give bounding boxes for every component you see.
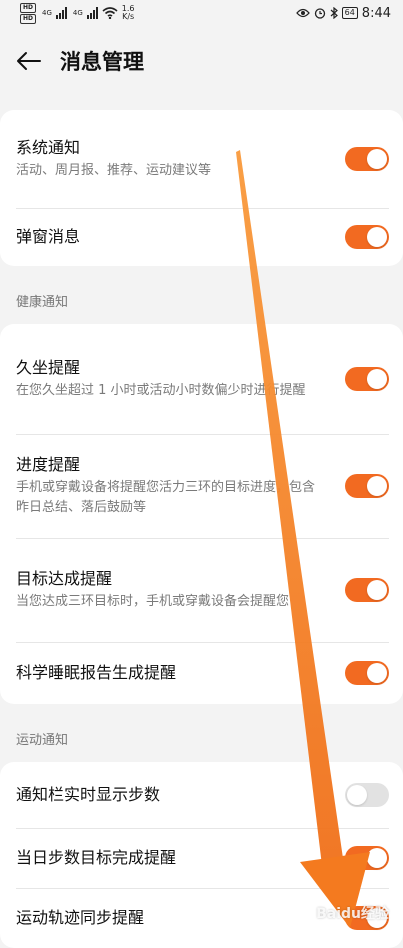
toggle-popup-message[interactable] (345, 225, 389, 249)
status-bar: HD HD 4G 4G 1.6 K/s 64 8:44 (0, 0, 403, 26)
toggle-realtime-steps[interactable] (345, 783, 389, 807)
alarm-icon (314, 8, 325, 19)
hd-badge-1: HD (20, 2, 36, 13)
status-time: 8:44 (361, 5, 391, 21)
row-goal-reached-reminder[interactable]: 目标达成提醒 当您达成三环目标时，手机或穿戴设备会提醒您 (0, 538, 403, 642)
toggle-daily-steps-goal[interactable] (345, 846, 389, 870)
row-text: 久坐提醒 在您久坐超过 1 小时或活动小时数偏少时进行提醒 (16, 357, 345, 401)
toggle-progress-reminder[interactable] (345, 474, 389, 498)
row-sleep-report-reminder[interactable]: 科学睡眠报告生成提醒 (0, 642, 403, 704)
speed-unit: K/s (122, 12, 135, 21)
back-button[interactable] (16, 48, 42, 74)
row-daily-steps-goal[interactable]: 当日步数目标完成提醒 (0, 828, 403, 888)
network-label-1: 4G (42, 9, 52, 17)
bluetooth-icon (330, 7, 338, 19)
section-label-exercise: 运动通知 (16, 733, 69, 748)
row-title: 弹窗消息 (16, 227, 81, 246)
toggle-system-notification[interactable] (345, 147, 389, 171)
row-subtitle: 在您久坐超过 1 小时或活动小时数偏少时进行提醒 (16, 383, 306, 398)
row-realtime-steps[interactable]: 通知栏实时显示步数 (0, 762, 403, 828)
card-health: 久坐提醒 在您久坐超过 1 小时或活动小时数偏少时进行提醒 进度提醒 手机或穿戴… (0, 324, 403, 704)
row-title: 进度提醒 (16, 455, 81, 474)
header: 消息管理 (0, 26, 403, 96)
hd-badges: HD HD (20, 2, 36, 24)
network-label-2: 4G (72, 9, 83, 17)
eye-icon (295, 8, 310, 18)
row-title: 久坐提醒 (16, 358, 81, 377)
signal-icon-2 (86, 7, 98, 19)
row-text: 进度提醒 手机或穿戴设备将提醒您活力三环的目标进度，包含昨日总结、落后鼓励等 (16, 454, 345, 518)
row-text: 通知栏实时显示步数 (16, 784, 345, 806)
row-system-notification[interactable]: 系统通知 活动、周月报、推荐、运动建议等 (0, 110, 403, 208)
row-text: 科学睡眠报告生成提醒 (16, 662, 345, 684)
row-text: 目标达成提醒 当您达成三环目标时，手机或穿戴设备会提醒您 (16, 568, 345, 612)
signal-icon-1 (55, 7, 67, 19)
toggle-goal-reached-reminder[interactable] (345, 578, 389, 602)
network-speed: 1.6 K/s (122, 5, 135, 21)
row-title: 当日步数目标完成提醒 (16, 848, 177, 867)
watermark: Baidu经验 (316, 906, 389, 922)
row-title: 系统通知 (16, 138, 81, 157)
row-text: 当日步数目标完成提醒 (16, 847, 345, 869)
toggle-sleep-report-reminder[interactable] (345, 661, 389, 685)
row-sedentary-reminder[interactable]: 久坐提醒 在您久坐超过 1 小时或活动小时数偏少时进行提醒 (0, 324, 403, 434)
toggle-sedentary-reminder[interactable] (345, 367, 389, 391)
row-subtitle: 活动、周月报、推荐、运动建议等 (16, 163, 212, 178)
row-text: 运动轨迹同步提醒 (16, 907, 345, 929)
row-title: 运动轨迹同步提醒 (16, 908, 145, 927)
row-title: 通知栏实时显示步数 (16, 785, 161, 804)
row-progress-reminder[interactable]: 进度提醒 手机或穿戴设备将提醒您活力三环的目标进度，包含昨日总结、落后鼓励等 (0, 434, 403, 538)
row-subtitle: 当您达成三环目标时，手机或穿戴设备会提醒您 (16, 594, 290, 609)
battery-indicator: 64 (341, 7, 358, 19)
row-popup-message[interactable]: 弹窗消息 (0, 208, 403, 266)
row-text: 系统通知 活动、周月报、推荐、运动建议等 (16, 137, 345, 181)
card-system: 系统通知 活动、周月报、推荐、运动建议等 弹窗消息 (0, 110, 403, 266)
row-subtitle: 手机或穿戴设备将提醒您活力三环的目标进度，包含昨日总结、落后鼓励等 (16, 480, 316, 515)
row-title: 目标达成提醒 (16, 569, 113, 588)
section-label-health: 健康通知 (16, 295, 69, 310)
row-title: 科学睡眠报告生成提醒 (16, 663, 177, 682)
row-text: 弹窗消息 (16, 226, 345, 248)
status-left: HD HD 4G 4G 1.6 K/s (20, 2, 135, 24)
arrow-left-icon (17, 52, 41, 70)
page-title: 消息管理 (60, 50, 144, 74)
wifi-icon (102, 7, 118, 19)
status-right: 64 8:44 (295, 5, 391, 21)
hd-badge-2: HD (20, 13, 36, 24)
